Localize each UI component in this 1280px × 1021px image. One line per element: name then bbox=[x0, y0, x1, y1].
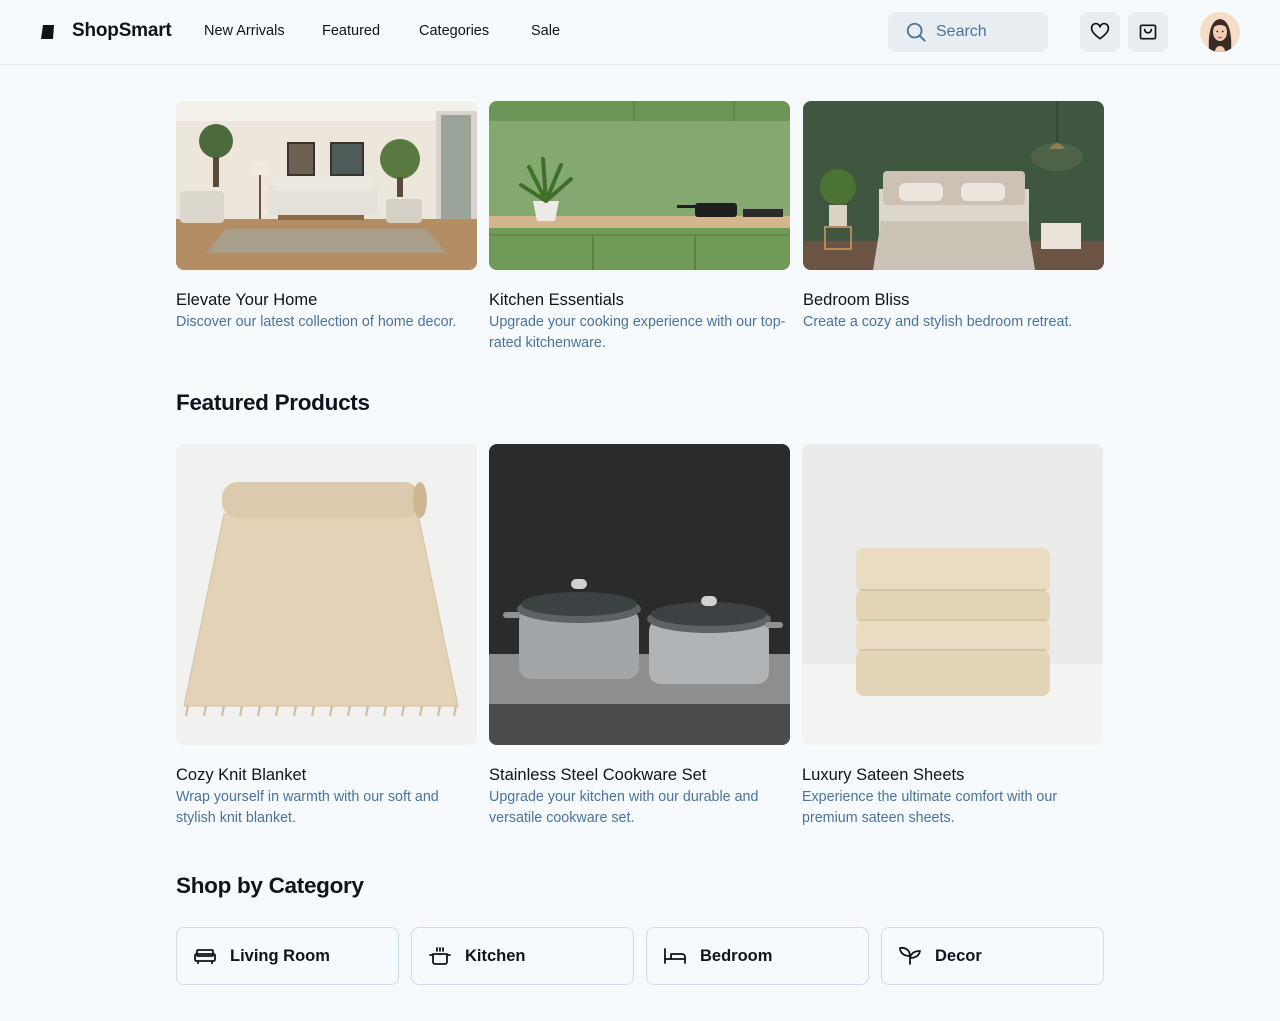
featured-section-title: Featured Products bbox=[176, 390, 370, 415]
sofa-icon bbox=[194, 949, 216, 964]
brand-name[interactable]: ShopSmart bbox=[72, 20, 172, 42]
hero-card-bedroom[interactable]: Bedroom Bliss Create a cozy and stylish … bbox=[803, 101, 1104, 333]
category-bedroom-button[interactable]: Bedroom bbox=[646, 927, 869, 985]
hero-card-kitchen[interactable]: Kitchen Essentials Upgrade your cooking … bbox=[489, 101, 790, 354]
category-decor-button[interactable]: Decor bbox=[881, 927, 1104, 985]
product-title: Luxury Sateen Sheets bbox=[802, 766, 965, 784]
living-room-photo bbox=[176, 101, 477, 270]
product-description: Experience the ultimate comfort with our… bbox=[802, 789, 1058, 826]
nav-categories[interactable]: Categories bbox=[419, 23, 489, 39]
search-box[interactable] bbox=[888, 12, 1048, 52]
category-living-room-button[interactable]: Living Room bbox=[176, 927, 399, 985]
hero-card-title: Kitchen Essentials bbox=[489, 291, 624, 309]
shopping-bag-icon bbox=[1139, 24, 1157, 40]
cookware-photo bbox=[489, 444, 790, 745]
nav-sale[interactable]: Sale bbox=[531, 23, 560, 39]
green-kitchen-photo bbox=[489, 101, 790, 270]
product-description: Upgrade your kitchen with our durable an… bbox=[489, 789, 759, 826]
heart-icon bbox=[1090, 22, 1110, 40]
product-title: Stainless Steel Cookware Set bbox=[489, 766, 707, 784]
nav-new-arrivals[interactable]: New Arrivals bbox=[204, 23, 285, 39]
category-kitchen-button[interactable]: Kitchen bbox=[411, 927, 634, 985]
knit-blanket-photo bbox=[176, 444, 477, 745]
category-label: Living Room bbox=[230, 946, 330, 965]
category-label: Bedroom bbox=[700, 946, 773, 965]
hero-card-description: Discover our latest collection of home d… bbox=[176, 314, 457, 330]
product-card-blanket[interactable]: Cozy Knit Blanket Wrap yourself in warmt… bbox=[176, 444, 477, 829]
bed-icon bbox=[664, 948, 686, 964]
avatar-portrait bbox=[1200, 12, 1240, 52]
search-icon bbox=[906, 22, 926, 42]
hero-card-title: Elevate Your Home bbox=[176, 291, 318, 309]
category-label: Decor bbox=[935, 946, 982, 965]
product-description: Wrap yourself in warmth with our soft an… bbox=[176, 789, 439, 826]
bedroom-photo bbox=[803, 101, 1104, 270]
top-navbar: ShopSmart New Arrivals Featured Categori… bbox=[0, 0, 1280, 65]
category-label: Kitchen bbox=[465, 946, 526, 965]
brand-logo-icon[interactable] bbox=[40, 24, 56, 40]
product-card-sheets[interactable]: Luxury Sateen Sheets Experience the ulti… bbox=[802, 444, 1103, 829]
hero-card-description: Create a cozy and stylish bedroom retrea… bbox=[803, 314, 1073, 330]
hero-card-description: Upgrade your cooking experience with our… bbox=[489, 314, 786, 351]
categories-section-title: Shop by Category bbox=[176, 873, 364, 898]
wishlist-button[interactable] bbox=[1080, 12, 1120, 52]
nav-featured[interactable]: Featured bbox=[322, 23, 380, 39]
hero-card-title: Bedroom Bliss bbox=[803, 291, 910, 309]
user-avatar[interactable] bbox=[1200, 12, 1240, 52]
product-title: Cozy Knit Blanket bbox=[176, 766, 307, 784]
plant-icon bbox=[899, 946, 921, 965]
hero-card-home[interactable]: Elevate Your Home Discover our latest co… bbox=[176, 101, 477, 333]
product-card-cookware[interactable]: Stainless Steel Cookware Set Upgrade you… bbox=[489, 444, 790, 829]
sateen-sheets-photo bbox=[802, 444, 1103, 745]
cart-button[interactable] bbox=[1128, 12, 1168, 52]
cooking-pot-icon bbox=[429, 947, 451, 965]
search-input[interactable] bbox=[936, 23, 1036, 41]
